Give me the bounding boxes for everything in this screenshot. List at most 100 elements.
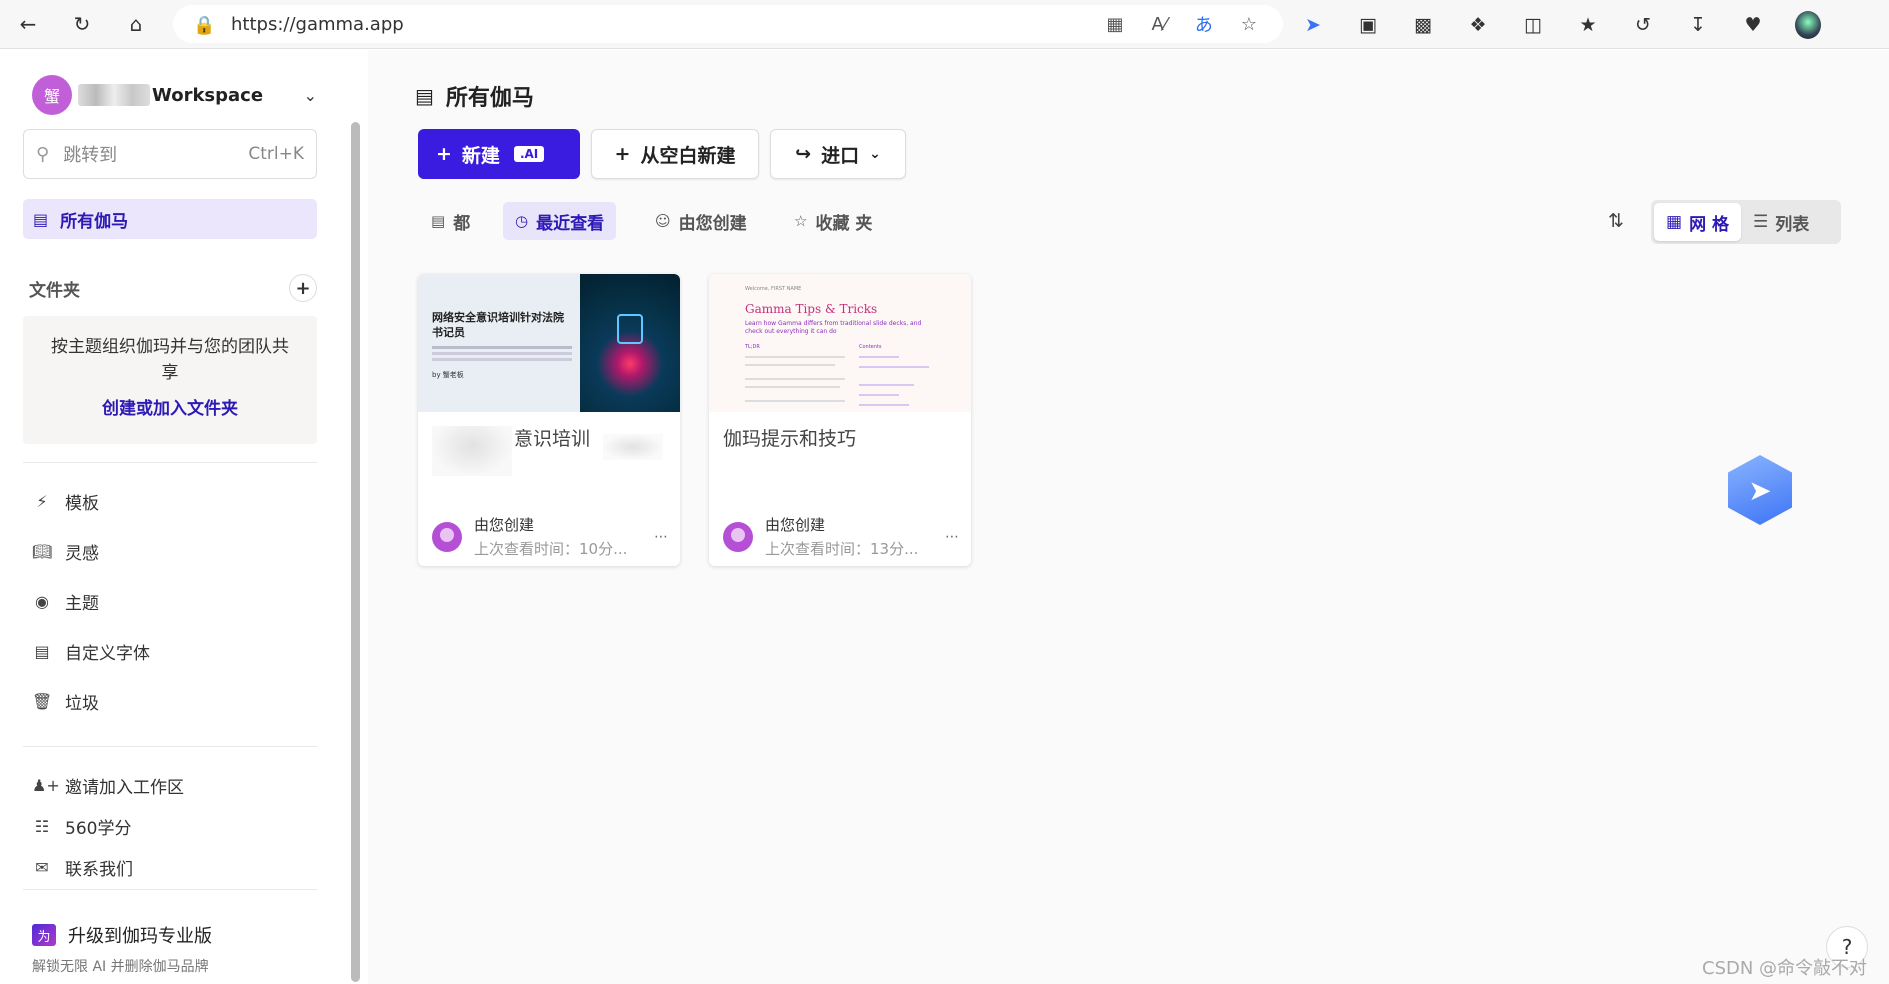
workspace-switcher[interactable]: 蟹 Workspace ⌄ xyxy=(32,75,317,115)
translate-icon[interactable]: あ xyxy=(1195,11,1213,37)
blurred-title-area xyxy=(432,426,512,476)
sort-icon[interactable]: ⇅ xyxy=(1608,210,1624,232)
grid-icon: ▦ xyxy=(1666,212,1683,232)
sidebar-item-label: 所有伽马 xyxy=(60,211,129,232)
health-icon[interactable]: ♥ xyxy=(1740,14,1766,36)
folders-description: 按主题组织伽玛并与您的团队共享 xyxy=(51,337,289,383)
plus-icon: + xyxy=(436,143,452,165)
more-options-icon[interactable]: ⋯ xyxy=(654,529,668,545)
sidebar-item-label: 自定义字体 xyxy=(65,644,150,664)
invite-to-workspace[interactable]: ♟+ 邀请加入工作区 xyxy=(32,773,184,798)
card-title: 意识培训 xyxy=(514,428,591,450)
view-grid-button[interactable]: ▦ 网 格 xyxy=(1654,203,1741,241)
extension-grey-icon[interactable]: ▩ xyxy=(1410,14,1436,36)
sidebar-item-templates[interactable]: ⚡︎ 模板 xyxy=(32,489,99,514)
thumbnail-welcome: Welcome, FIRST NAME xyxy=(745,286,802,292)
folders-empty-state: 按主题组织伽玛并与您的团队共享 创建或加入文件夹 xyxy=(23,316,317,444)
plus-icon: + xyxy=(614,143,631,165)
card-thumbnail: Welcome, FIRST NAME Gamma Tips & Tricks … xyxy=(709,274,971,412)
filter-created-by-you[interactable]: ☺ 由您创建 xyxy=(643,202,759,240)
filter-all[interactable]: ▤ 都 xyxy=(419,202,482,240)
card-last-viewed: 上次查看时间：13分... xyxy=(765,540,919,558)
thumbnail-subtitle: Learn how Gamma differs from traditional… xyxy=(745,320,922,335)
more-options-icon[interactable]: ⋯ xyxy=(945,529,959,545)
font-icon: ▤ xyxy=(34,642,50,661)
sidebar-item-themes[interactable]: ◉ 主题 xyxy=(32,589,99,614)
favorites-icon[interactable]: ★ xyxy=(1575,14,1601,36)
thumbnail-title: 网络安全意识培训针对法院书记员 xyxy=(432,311,564,339)
new-blank-button[interactable]: + 从空白新建 xyxy=(591,129,759,179)
page-title-text: 所有伽马 xyxy=(445,86,534,111)
upgrade-button[interactable]: 为 升级到伽玛专业版 xyxy=(32,922,212,948)
workspace-avatar: 蟹 xyxy=(32,75,72,115)
filter-recent[interactable]: ◷ 最近查看 xyxy=(503,202,617,240)
page-title: ▤ 所有伽马 xyxy=(415,80,534,112)
jump-search-input[interactable]: ⚲ 跳转到 Ctrl+K xyxy=(23,129,317,179)
download-icon[interactable]: ↧ xyxy=(1685,14,1711,36)
blank-label: 从空白新建 xyxy=(640,144,736,167)
workspace-name: Workspace xyxy=(152,84,264,106)
split-screen-icon[interactable]: ◫ xyxy=(1520,14,1546,36)
back-icon[interactable]: ← xyxy=(14,10,42,38)
main-content: ▤ 所有伽马 + 新建 .AI + 从空白新建 ↪ 进口 ⌄ ▤ 都 ◷ 最近查… xyxy=(368,50,1889,984)
add-folder-button[interactable]: + xyxy=(289,274,317,302)
sidebar-scrollbar[interactable] xyxy=(351,122,360,982)
upgrade-subtitle: 解锁无限 AI 并删除伽马品牌 xyxy=(32,959,209,975)
add-user-icon: ♟+ xyxy=(32,776,60,795)
filter-favorites[interactable]: ☆ 收藏 夹 xyxy=(782,202,884,240)
import-button[interactable]: ↪ 进口 ⌄ xyxy=(770,129,906,179)
url-text: https://gamma.app xyxy=(231,13,404,35)
thumbnail-text-line xyxy=(859,394,899,396)
sidebar-item-label: 灵感 xyxy=(65,544,99,564)
credits[interactable]: ☷ 560学分 xyxy=(32,814,132,839)
card-footer: 由您创建 上次查看时间：13分... ⋯ xyxy=(723,514,959,559)
gamma-card[interactable]: Welcome, FIRST NAME Gamma Tips & Tricks … xyxy=(709,274,971,566)
chevron-down-icon: ⌄ xyxy=(869,146,881,162)
filter-label: 都 xyxy=(453,213,471,234)
palette-icon: ◉ xyxy=(35,592,49,611)
favorite-star-icon[interactable]: ☆ xyxy=(1241,14,1257,35)
workspace-name-blurred xyxy=(78,84,150,106)
refresh-icon[interactable]: ↻ xyxy=(68,10,96,38)
card-last-viewed: 上次查看时间：10分... xyxy=(474,540,628,558)
gamma-card[interactable]: 网络安全意识培训针对法院书记员 by 蟹老板 意识培训 由您创建 上次查看时间：… xyxy=(418,274,680,566)
lock-icon: 🔒 xyxy=(193,15,216,36)
thumbnail-byline: by 蟹老板 xyxy=(432,371,464,379)
upgrade-badge: 为 xyxy=(32,924,56,946)
stack-icon: ▤ xyxy=(33,209,49,229)
sidebar-item-custom-fonts[interactable]: ▤ 自定义字体 xyxy=(32,639,150,664)
read-aloud-icon[interactable]: A⁄ xyxy=(1152,14,1167,35)
new-label: 新建 xyxy=(461,144,500,167)
thumbnail-text-line xyxy=(745,364,835,366)
create-folder-link[interactable]: 创建或加入文件夹 xyxy=(43,394,297,419)
home-icon[interactable]: ⌂ xyxy=(122,10,150,38)
view-list-button[interactable]: ☰ 列表 xyxy=(1741,203,1821,241)
sidebar-item-label: 垃圾 xyxy=(65,694,99,714)
history-icon[interactable]: ↺ xyxy=(1630,14,1656,36)
user-circle-icon: ☺ xyxy=(655,212,671,230)
profile-avatar[interactable] xyxy=(1795,10,1821,39)
apps-icon[interactable]: ▦ xyxy=(1107,14,1124,35)
search-placeholder: 跳转到 xyxy=(63,145,118,166)
stack-icon: ▤ xyxy=(431,212,446,230)
extension-dark-icon[interactable]: ▣ xyxy=(1355,14,1381,36)
card-title: 伽玛提示和技巧 xyxy=(723,428,857,450)
thumbnail-text-line xyxy=(745,400,845,402)
coins-icon: ☷ xyxy=(34,817,50,836)
extensions-puzzle-icon[interactable]: ❖ xyxy=(1465,14,1491,36)
star-icon: ☆ xyxy=(794,212,808,230)
folders-header: 文件夹 + xyxy=(29,274,317,302)
sidebar-item-trash[interactable]: 🗑︎ 垃圾 xyxy=(32,689,99,714)
folders-label: 文件夹 xyxy=(29,280,80,301)
view-list-label: 列表 xyxy=(1775,214,1810,235)
import-icon: ↪ xyxy=(795,143,812,165)
address-bar[interactable]: 🔒 https://gamma.app ▦ A⁄ あ ☆ xyxy=(173,5,1283,43)
contact-us[interactable]: ✉ 联系我们 xyxy=(32,855,133,880)
sidebar-item-all-gammas[interactable]: ▤ 所有伽马 xyxy=(23,199,317,239)
extension-bird-icon[interactable]: ➤ xyxy=(1300,14,1326,36)
thumbnail-text-line xyxy=(859,404,909,406)
sidebar-item-inspiration[interactable]: 📖︎ 灵感 xyxy=(32,539,99,564)
new-ai-button[interactable]: + 新建 .AI xyxy=(418,129,580,179)
card-author: 由您创建 xyxy=(765,516,826,534)
filter-label: 由您创建 xyxy=(678,213,747,234)
